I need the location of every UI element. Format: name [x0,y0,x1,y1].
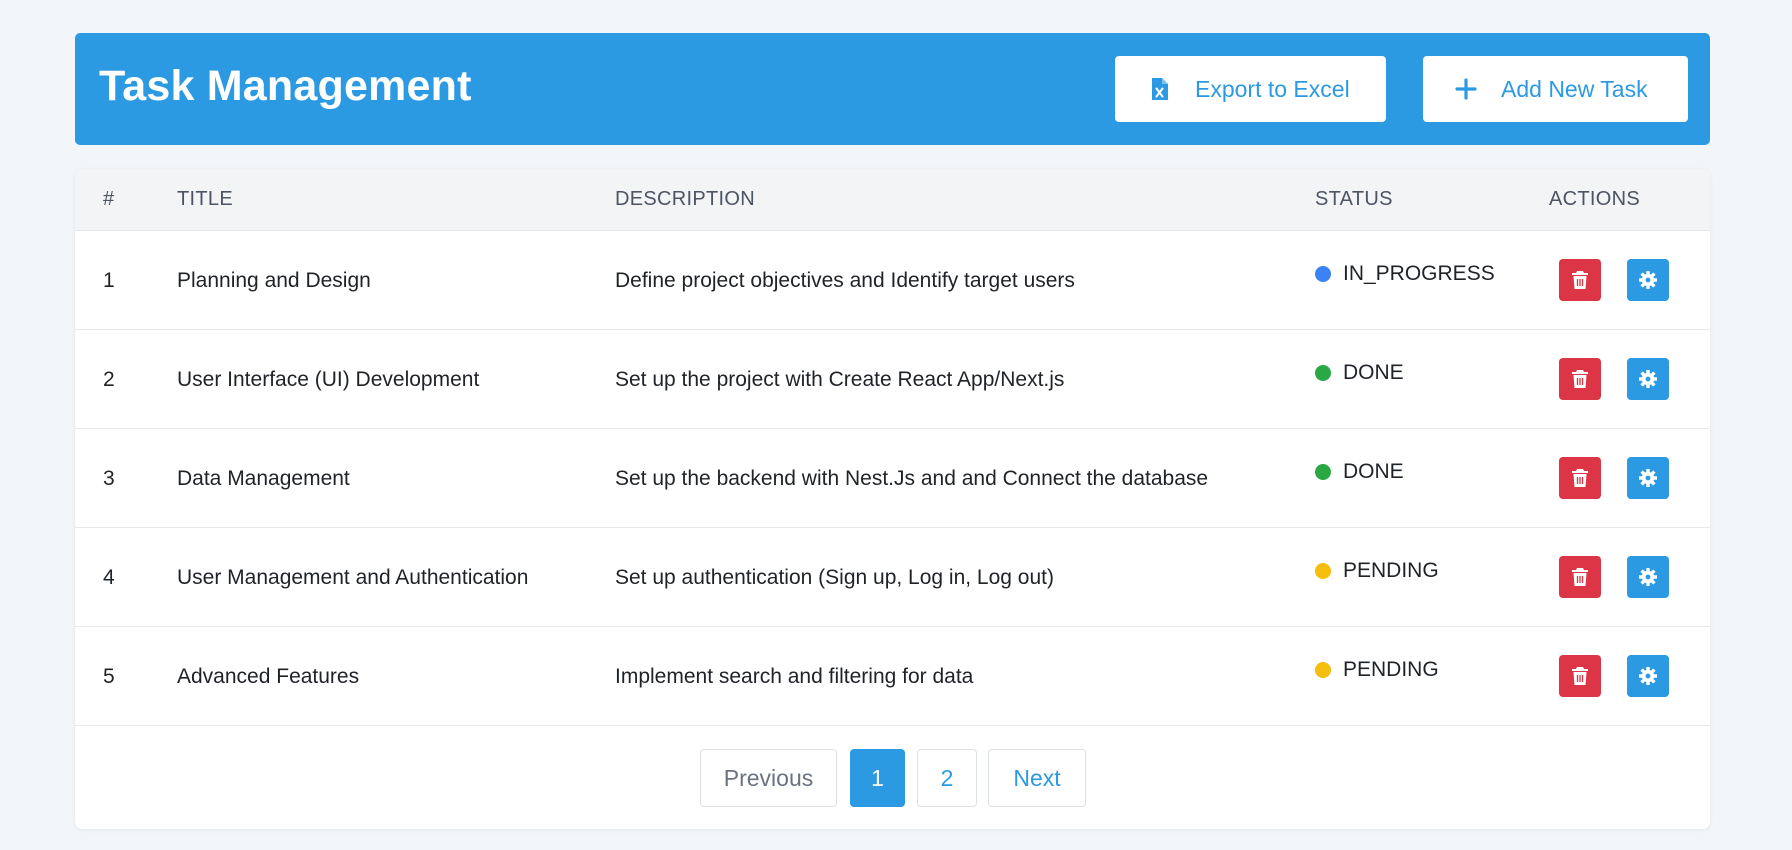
status-dot [1315,563,1331,579]
table-row: 2 User Interface (UI) Development Set up… [75,330,1710,429]
page: Task Management Export to Excel Add New … [0,0,1792,850]
export-button-label: Export to Excel [1195,75,1350,102]
table-row: 4 User Management and Authentication Set… [75,528,1710,627]
status-label: DONE [1343,361,1404,384]
status-dot [1315,662,1331,678]
task-status: DONE [1315,460,1404,484]
next-page-button[interactable]: Next [988,749,1086,807]
row-number: 2 [103,368,115,391]
row-number: 3 [103,467,115,490]
table-row: 3 Data Management Set up the backend wit… [75,429,1710,528]
status-dot [1315,365,1331,381]
task-title: Data Management [177,467,350,490]
task-description: Define project objectives and Identify t… [615,269,1075,292]
export-to-excel-button[interactable]: Export to Excel [1115,56,1386,122]
task-description: Implement search and filtering for data [615,665,974,688]
task-description: Set up the project with Create React App… [615,368,1065,391]
task-status: IN_PROGRESS [1315,262,1495,286]
page-title: Task Management [99,62,472,110]
task-status: DONE [1315,361,1404,385]
column-header-actions: ACTIONS [1549,188,1640,210]
trash-icon [1571,468,1589,488]
task-title: Planning and Design [177,269,371,292]
table-row: 5 Advanced Features Implement search and… [75,627,1710,726]
status-label: PENDING [1343,658,1439,681]
status-label: PENDING [1343,559,1439,582]
trash-icon [1571,270,1589,290]
add-button-label: Add New Task [1501,75,1648,102]
edit-task-button[interactable] [1627,655,1669,697]
delete-task-button[interactable] [1559,457,1601,499]
column-header-status: STATUS [1315,188,1393,210]
task-description: Set up authentication (Sign up, Log in, … [615,566,1054,589]
trash-icon [1571,666,1589,686]
table-row: 1 Planning and Design Define project obj… [75,231,1710,330]
delete-task-button[interactable] [1559,358,1601,400]
gear-icon [1638,567,1658,587]
row-number: 4 [103,566,115,589]
trash-icon [1571,567,1589,587]
table-header: # TITLE DESCRIPTION STATUS ACTIONS [75,169,1710,231]
edit-task-button[interactable] [1627,457,1669,499]
delete-task-button[interactable] [1559,259,1601,301]
task-status: PENDING [1315,658,1439,682]
task-title: User Management and Authentication [177,566,529,589]
gear-icon [1638,369,1658,389]
task-title: User Interface (UI) Development [177,368,480,391]
edit-task-button[interactable] [1627,259,1669,301]
column-header-number: # [103,188,115,210]
edit-task-button[interactable] [1627,556,1669,598]
header-bar: Task Management Export to Excel Add New … [75,33,1710,145]
status-dot [1315,266,1331,282]
row-number: 5 [103,665,115,688]
task-description: Set up the backend with Nest.Js and and … [615,467,1209,490]
status-label: DONE [1343,460,1404,483]
plus-icon [1455,77,1477,101]
column-header-description: DESCRIPTION [615,188,755,210]
tasks-table-card: # TITLE DESCRIPTION STATUS ACTIONS 1 Pla… [75,169,1710,829]
excel-file-icon [1149,77,1171,101]
gear-icon [1638,468,1658,488]
add-new-task-button[interactable]: Add New Task [1423,56,1688,122]
page-1-button[interactable]: 1 [850,749,905,807]
task-status: PENDING [1315,559,1439,583]
gear-icon [1638,270,1658,290]
status-label: IN_PROGRESS [1343,262,1495,285]
trash-icon [1571,369,1589,389]
delete-task-button[interactable] [1559,655,1601,697]
status-dot [1315,464,1331,480]
pagination: Previous 1 2 Next [75,749,1710,807]
delete-task-button[interactable] [1559,556,1601,598]
previous-page-button[interactable]: Previous [700,749,837,807]
page-2-button[interactable]: 2 [917,749,977,807]
task-title: Advanced Features [177,665,360,688]
column-header-title: TITLE [177,188,233,210]
row-number: 1 [103,269,115,292]
edit-task-button[interactable] [1627,358,1669,400]
gear-icon [1638,666,1658,686]
